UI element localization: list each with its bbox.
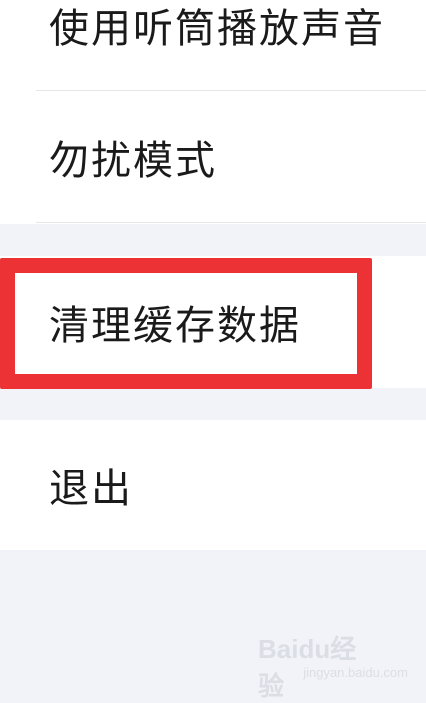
settings-group-top: 使用听筒播放声音 勿扰模式 [0, 0, 426, 224]
settings-screen: 使用听筒播放声音 勿扰模式 清理缓存数据 退出 Baidu经验 jingyan.… [0, 0, 426, 701]
menu-item-do-not-disturb[interactable]: 勿扰模式 [0, 92, 426, 224]
menu-item-earpiece-playback[interactable]: 使用听筒播放声音 [0, 0, 426, 99]
menu-item-clear-cache[interactable]: 清理缓存数据 [0, 256, 426, 388]
watermark-url: jingyan.baidu.com [303, 665, 408, 680]
menu-item-label: 使用听筒播放声音 [49, 6, 385, 52]
divider [36, 90, 426, 91]
settings-group-bottom: 退出 [0, 420, 426, 550]
divider [36, 222, 426, 223]
menu-item-label: 清理缓存数据 [49, 303, 301, 349]
watermark-logo: Baidu经验 [258, 634, 357, 701]
menu-item-label: 勿扰模式 [49, 138, 217, 184]
settings-group-middle: 清理缓存数据 [0, 256, 426, 388]
menu-item-logout[interactable]: 退出 [0, 420, 426, 550]
menu-item-label: 退出 [49, 466, 133, 512]
watermark: Baidu经验 jingyan.baidu.com [258, 625, 408, 701]
